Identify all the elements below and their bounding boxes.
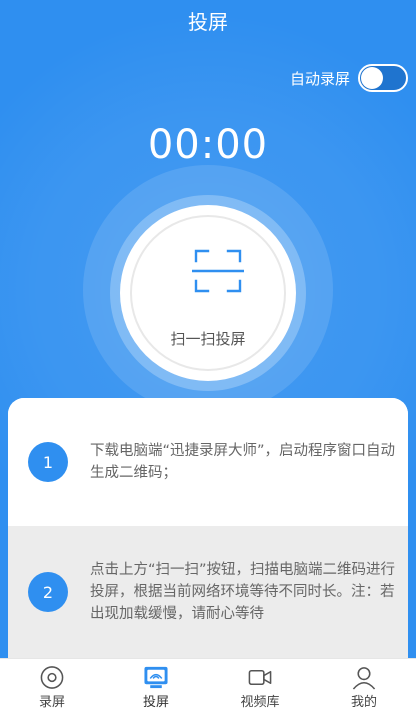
toggle-knob bbox=[361, 67, 383, 89]
tab-label: 录屏 bbox=[38, 695, 65, 710]
app-screen: 投屏 自动录屏 00:00 扫一扫投屏 1 下载电脑端“迅捷录屏大师”，启动程序… bbox=[0, 0, 416, 710]
instructions-card: 1 下载电脑端“迅捷录屏大师”，启动程序窗口自动生成二维码； 2 点击上方“扫一… bbox=[8, 398, 408, 658]
tab-profile[interactable]: 我的 bbox=[312, 659, 416, 710]
tab-label: 我的 bbox=[350, 695, 377, 710]
step-text: 点击上方“扫一扫”按钮，扫描电脑端二维码进行投屏，根据当前网络环境等待不同时长。… bbox=[90, 562, 396, 622]
scan-cast-button[interactable]: 扫一扫投屏 bbox=[120, 205, 296, 381]
user-icon bbox=[352, 667, 376, 690]
scan-cast-label: 扫一扫投屏 bbox=[170, 330, 246, 348]
screencast-icon bbox=[144, 666, 168, 689]
tab-record[interactable]: 录屏 bbox=[0, 659, 104, 710]
page-title: 投屏 bbox=[188, 10, 228, 34]
auto-record-row: 自动录屏 bbox=[290, 64, 408, 92]
instruction-step: 2 点击上方“扫一扫”按钮，扫描电脑端二维码进行投屏，根据当前网络环境等待不同时… bbox=[8, 526, 408, 658]
timer-display: 00:00 bbox=[147, 122, 269, 168]
step-number-badge: 1 bbox=[28, 442, 68, 482]
tab-video-library[interactable]: 视频库 bbox=[208, 659, 312, 710]
step-text: 下载电脑端“迅捷录屏大师”，启动程序窗口自动生成二维码； bbox=[90, 443, 396, 481]
scan-frame-icon bbox=[192, 249, 244, 293]
tab-screencast[interactable]: 投屏 bbox=[104, 659, 208, 710]
tab-label: 投屏 bbox=[142, 695, 169, 710]
tab-label: 视频库 bbox=[240, 695, 280, 710]
video-camera-icon bbox=[248, 670, 272, 685]
instruction-step: 1 下载电脑端“迅捷录屏大师”，启动程序窗口自动生成二维码； bbox=[8, 398, 408, 526]
scan-cast-button-inner: 扫一扫投屏 bbox=[130, 215, 286, 371]
step-number-badge: 2 bbox=[28, 572, 68, 612]
bottom-tab-bar: 录屏 投屏 视频库 我的 bbox=[0, 658, 416, 710]
auto-record-label: 自动录屏 bbox=[289, 69, 350, 88]
auto-record-toggle[interactable] bbox=[358, 64, 408, 92]
record-disc-icon bbox=[40, 666, 64, 689]
